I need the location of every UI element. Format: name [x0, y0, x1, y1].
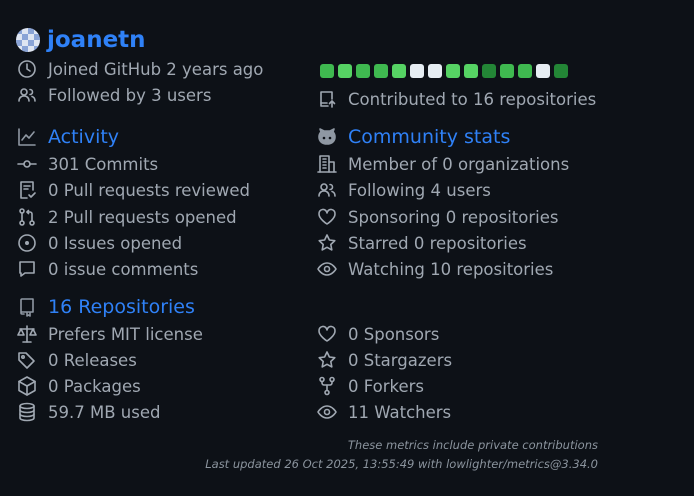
avatar[interactable] — [16, 28, 40, 52]
username-link[interactable]: joanetn — [47, 27, 146, 53]
profile-header: joanetn — [16, 26, 146, 54]
stargazers-row: 0 Stargazers — [316, 349, 452, 371]
releases-row: 0 Releases — [16, 349, 137, 371]
calendar-day — [338, 64, 352, 78]
forkers-row: 0 Forkers — [316, 375, 424, 397]
star-icon — [316, 232, 338, 254]
repo-push-icon — [316, 88, 338, 110]
packages-text: 0 Packages — [48, 376, 141, 396]
pr-opened-text: 2 Pull requests opened — [48, 207, 237, 227]
license-text: Prefers MIT license — [48, 324, 203, 344]
issues-opened-text: 0 Issues opened — [48, 233, 183, 253]
comment-icon — [16, 258, 38, 280]
pr-opened-row: 2 Pull requests opened — [16, 206, 237, 228]
community-heading: Community stats — [316, 126, 510, 148]
fork-icon — [316, 375, 338, 397]
packages-row: 0 Packages — [16, 375, 141, 397]
contributed-text: Contributed to 16 repositories — [348, 89, 597, 109]
issue-comments-row: 0 issue comments — [16, 258, 198, 280]
organization-icon — [316, 153, 338, 175]
followers-text: Followed by 3 users — [48, 85, 212, 105]
followers-row: Followed by 3 users — [16, 84, 211, 106]
pull-request-icon — [16, 206, 38, 228]
people-icon — [316, 179, 338, 201]
commit-icon — [16, 153, 38, 175]
watching-row: Watching 10 repositories — [316, 258, 553, 280]
calendar-day — [356, 64, 370, 78]
law-icon — [16, 323, 38, 345]
calendar-day — [482, 64, 496, 78]
calendar-day — [500, 64, 514, 78]
calendar-day — [554, 64, 568, 78]
sponsors-row: 0 Sponsors — [316, 323, 439, 345]
issue-comments-text: 0 issue comments — [48, 259, 199, 279]
following-row: Following 4 users — [316, 179, 491, 201]
star-icon — [316, 349, 338, 371]
stargazers-text: 0 Stargazers — [348, 350, 453, 370]
heart-icon — [316, 323, 338, 345]
calendar-day — [428, 64, 442, 78]
eye-icon — [316, 401, 338, 423]
people-icon — [16, 84, 38, 106]
repositories-title: 16 Repositories — [48, 296, 195, 318]
octoface-icon — [316, 126, 338, 148]
repo-icon — [16, 296, 38, 318]
calendar-day — [320, 64, 334, 78]
private-contributions-note: These metrics include private contributi… — [347, 438, 598, 452]
calendar-day — [446, 64, 460, 78]
forkers-text: 0 Forkers — [348, 376, 425, 396]
license-row: Prefers MIT license — [16, 323, 203, 345]
issues-opened-row: 0 Issues opened — [16, 232, 182, 254]
starred-row: Starred 0 repositories — [316, 232, 527, 254]
organizations-text: Member of 0 organizations — [348, 154, 570, 174]
starred-text: Starred 0 repositories — [348, 233, 527, 253]
clock-icon — [16, 58, 38, 80]
watching-text: Watching 10 repositories — [348, 259, 554, 279]
organizations-row: Member of 0 organizations — [316, 153, 569, 175]
community-title: Community stats — [348, 126, 511, 148]
sponsoring-text: Sponsoring 0 repositories — [348, 207, 559, 227]
disk-usage-text: 59.7 MB used — [48, 402, 161, 422]
calendar-day — [518, 64, 532, 78]
following-text: Following 4 users — [348, 180, 491, 200]
calendar-day — [536, 64, 550, 78]
commits-row: 301 Commits — [16, 153, 158, 175]
contribution-calendar — [320, 64, 568, 78]
calendar-day — [464, 64, 478, 78]
file-check-icon — [16, 179, 38, 201]
graph-icon — [16, 126, 38, 148]
watchers-row: 11 Watchers — [316, 401, 451, 423]
issue-icon — [16, 232, 38, 254]
package-icon — [16, 375, 38, 397]
contributed-row: Contributed to 16 repositories — [316, 88, 596, 110]
calendar-day — [392, 64, 406, 78]
sponsors-text: 0 Sponsors — [348, 324, 440, 344]
activity-heading: Activity — [16, 126, 119, 148]
pr-reviewed-row: 0 Pull requests reviewed — [16, 179, 250, 201]
repositories-heading: 16 Repositories — [16, 296, 195, 318]
calendar-day — [410, 64, 424, 78]
tag-icon — [16, 349, 38, 371]
heart-icon — [316, 206, 338, 228]
watchers-text: 11 Watchers — [348, 402, 452, 422]
sponsoring-row: Sponsoring 0 repositories — [316, 206, 558, 228]
commits-text: 301 Commits — [48, 154, 159, 174]
activity-title: Activity — [48, 126, 120, 148]
joined-text: Joined GitHub 2 years ago — [48, 59, 264, 79]
disk-usage-row: 59.7 MB used — [16, 401, 160, 423]
calendar-day — [374, 64, 388, 78]
joined-row: Joined GitHub 2 years ago — [16, 58, 263, 80]
pr-reviewed-text: 0 Pull requests reviewed — [48, 180, 251, 200]
releases-text: 0 Releases — [48, 350, 137, 370]
database-icon — [16, 401, 38, 423]
eye-icon — [316, 258, 338, 280]
last-updated-note: Last updated 26 Oct 2025, 13:55:49 with … — [205, 457, 598, 471]
